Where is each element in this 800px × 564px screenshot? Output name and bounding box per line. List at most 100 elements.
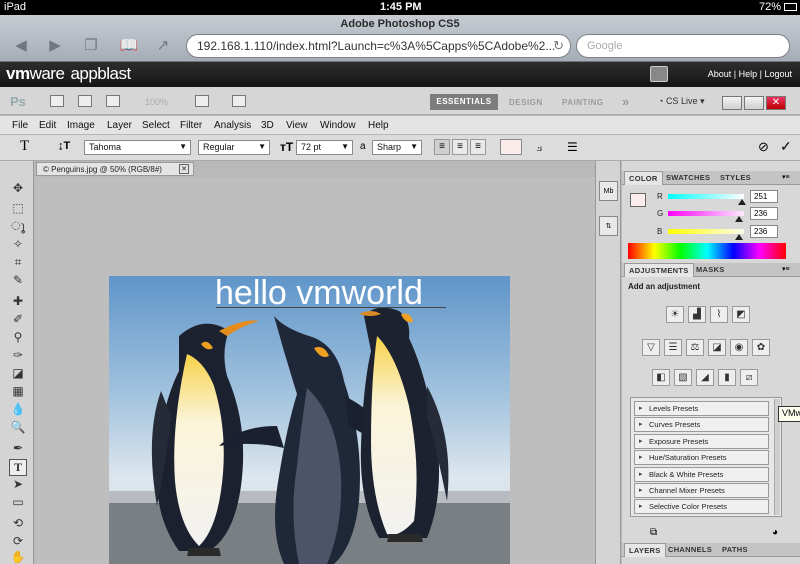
- clip-to-layer-icon[interactable]: ⧉: [650, 527, 657, 538]
- hue-saturation-icon[interactable]: ☰: [664, 339, 682, 356]
- tabs-icon[interactable]: ❐: [78, 36, 104, 56]
- menu-edit[interactable]: Edit: [39, 120, 56, 131]
- keyboard-icon[interactable]: [650, 66, 668, 82]
- tab-masks[interactable]: MASKS: [696, 265, 725, 274]
- maximize-button[interactable]: [744, 96, 764, 110]
- quick-select-tool-icon[interactable]: ✧: [9, 237, 27, 254]
- document-tab[interactable]: © Penguins.jpg @ 50% (RGB/8#) ✕: [36, 162, 194, 176]
- threshold-icon[interactable]: ◢: [696, 369, 714, 386]
- selective-color-icon[interactable]: ⧄: [740, 369, 758, 386]
- commit-edit-icon[interactable]: ✓: [780, 138, 792, 155]
- move-tool-icon[interactable]: ✥: [9, 181, 27, 198]
- brightness-contrast-icon[interactable]: ☀: [666, 306, 684, 323]
- view-extras-icon[interactable]: [106, 95, 120, 107]
- 3d-orbit-tool-icon[interactable]: ⟳: [9, 534, 27, 551]
- mini-bridge-panel-icon[interactable]: Mb: [599, 181, 618, 201]
- photo-filter-icon[interactable]: ◉: [730, 339, 748, 356]
- preset-hue-saturation[interactable]: Hue/Saturation Presets: [634, 450, 769, 465]
- tool-presets-panel-icon[interactable]: ⇅: [599, 216, 618, 236]
- marquee-tool-icon[interactable]: ⬚: [9, 201, 27, 218]
- channel-mixer-icon[interactable]: ✿: [752, 339, 770, 356]
- align-right-icon[interactable]: ≡: [470, 139, 486, 155]
- back-icon[interactable]: ◀: [8, 36, 34, 56]
- healing-brush-tool-icon[interactable]: ✚: [9, 294, 27, 311]
- font-size-select[interactable]: 72 pt ▼: [296, 140, 353, 155]
- lasso-tool-icon[interactable]: ൂ: [9, 219, 27, 236]
- menu-analysis[interactable]: Analysis: [214, 120, 251, 131]
- align-center-icon[interactable]: ≡: [452, 139, 468, 155]
- red-value-field[interactable]: 251: [750, 190, 778, 203]
- tab-color[interactable]: COLOR: [624, 171, 663, 185]
- black-white-icon[interactable]: ◪: [708, 339, 726, 356]
- red-slider-knob[interactable]: [738, 199, 747, 205]
- preset-exposure[interactable]: Exposure Presets: [634, 434, 769, 449]
- arrange-documents-icon[interactable]: [195, 95, 209, 107]
- close-button[interactable]: ✕: [766, 96, 786, 110]
- exposure-icon[interactable]: ◩: [732, 306, 750, 323]
- tab-styles[interactable]: STYLES: [720, 173, 751, 182]
- panel-menu-icon[interactable]: ▾≡: [782, 173, 790, 181]
- eyedropper-tool-icon[interactable]: ✎: [9, 273, 27, 290]
- mini-bridge-icon[interactable]: [78, 95, 92, 107]
- preset-levels[interactable]: Levels Presets: [634, 401, 769, 416]
- search-field[interactable]: Google: [576, 34, 790, 58]
- share-icon[interactable]: ↗: [150, 36, 176, 56]
- panels-toggle-icon[interactable]: ☰: [567, 140, 578, 154]
- crop-tool-icon[interactable]: ⌗: [9, 255, 27, 272]
- clone-stamp-tool-icon[interactable]: ⚲: [9, 330, 27, 347]
- menu-layer[interactable]: Layer: [107, 120, 132, 131]
- workspace-painting[interactable]: PAINTING: [562, 98, 604, 107]
- brush-tool-icon[interactable]: ✐: [9, 312, 27, 329]
- close-document-icon[interactable]: ✕: [179, 164, 189, 174]
- green-value-field[interactable]: 236: [750, 207, 778, 220]
- tab-swatches[interactable]: SWATCHES: [666, 173, 710, 182]
- red-slider[interactable]: [668, 194, 744, 199]
- bridge-icon[interactable]: [50, 95, 64, 107]
- invert-icon[interactable]: ◧: [652, 369, 670, 386]
- anti-alias-select[interactable]: Sharp ▼: [372, 140, 422, 155]
- levels-icon[interactable]: ▟: [688, 306, 706, 323]
- cancel-edit-icon[interactable]: ⊘: [758, 139, 769, 155]
- hand-tool-icon[interactable]: ✋: [9, 550, 27, 564]
- bookmarks-icon[interactable]: 📖: [116, 36, 142, 56]
- blur-tool-icon[interactable]: 💧: [9, 402, 27, 419]
- vibrance-icon[interactable]: ▽: [642, 339, 660, 356]
- rectangle-tool-icon[interactable]: ▭: [9, 495, 27, 512]
- workspace-design[interactable]: DESIGN: [509, 98, 543, 107]
- preset-curves[interactable]: Curves Presets: [634, 417, 769, 432]
- minimize-button[interactable]: [722, 96, 742, 110]
- blue-slider[interactable]: [668, 229, 744, 234]
- zoom-level[interactable]: 100%: [145, 97, 168, 107]
- text-orientation-icon[interactable]: ↨T: [58, 140, 70, 152]
- color-balance-icon[interactable]: ⚖: [686, 339, 704, 356]
- green-slider-knob[interactable]: [734, 216, 743, 222]
- eraser-tool-icon[interactable]: ◪: [9, 366, 27, 383]
- menu-3d[interactable]: 3D: [261, 120, 274, 131]
- blue-slider-knob[interactable]: [734, 234, 743, 240]
- menu-select[interactable]: Select: [142, 120, 170, 131]
- vmware-links[interactable]: About | Help | Logout: [708, 69, 792, 79]
- pen-tool-icon[interactable]: ✒: [9, 441, 27, 458]
- type-tool-active-icon[interactable]: T: [9, 459, 27, 476]
- tab-paths[interactable]: PATHS: [722, 545, 748, 554]
- screen-mode-icon[interactable]: [232, 95, 246, 107]
- color-spectrum-bar[interactable]: [628, 243, 786, 259]
- workspace-essentials[interactable]: ESSENTIALS: [430, 94, 498, 110]
- preset-black-white[interactable]: Black & White Presets: [634, 467, 769, 482]
- green-slider[interactable]: [668, 211, 744, 216]
- align-left-icon[interactable]: ≡: [434, 139, 450, 155]
- menu-image[interactable]: Image: [67, 120, 95, 131]
- path-select-tool-icon[interactable]: ➤: [9, 477, 27, 494]
- menu-view[interactable]: View: [286, 120, 308, 131]
- text-color-swatch[interactable]: [500, 139, 522, 155]
- 3d-rotate-tool-icon[interactable]: ⟲: [9, 516, 27, 533]
- type-tool-icon[interactable]: T: [20, 138, 29, 155]
- posterize-icon[interactable]: ▧: [674, 369, 692, 386]
- warp-text-icon[interactable]: ⟓: [536, 139, 542, 155]
- foreground-color-swatch[interactable]: [630, 193, 646, 207]
- font-style-select[interactable]: Regular ▼: [198, 140, 270, 155]
- menu-file[interactable]: File: [12, 120, 28, 131]
- history-brush-tool-icon[interactable]: ✑: [9, 348, 27, 365]
- cs-live-button[interactable]: ◔ CS Live ▾: [658, 96, 704, 107]
- tab-adjustments[interactable]: ADJUSTMENTS: [624, 263, 694, 277]
